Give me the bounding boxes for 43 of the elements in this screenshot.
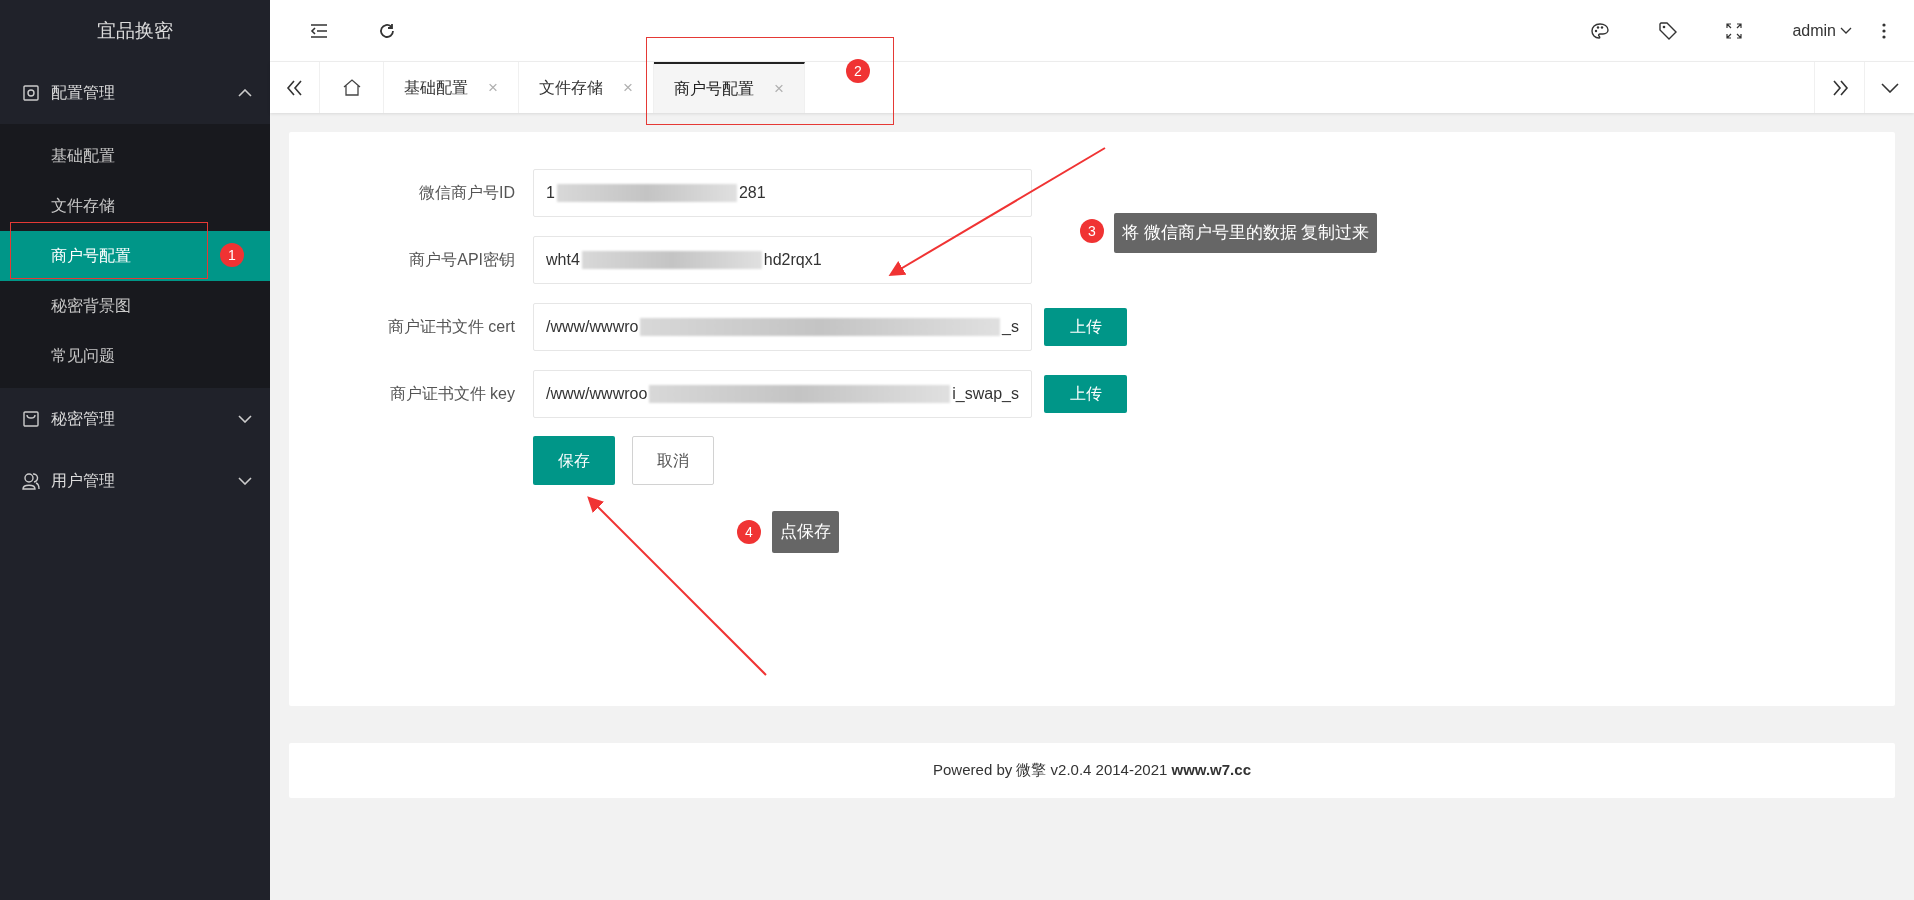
chevron-down-icon: [238, 477, 252, 485]
home-icon: [342, 79, 361, 96]
tab[interactable]: 基础配置 ×: [384, 62, 519, 113]
upload-button[interactable]: 上传: [1044, 375, 1127, 413]
sidebar-item[interactable]: 秘密背景图: [0, 281, 270, 331]
field-label: 微信商户号ID: [418, 183, 516, 203]
double-chevron-right-icon: [1830, 79, 1849, 96]
input-field[interactable]: 1 281: [533, 169, 1032, 217]
save-button[interactable]: 保存: [533, 436, 615, 485]
chevron-up-icon: [238, 89, 252, 97]
tab[interactable]: 文件存储 ×: [518, 62, 654, 113]
menu-fold-icon[interactable]: [310, 22, 328, 39]
input-field[interactable]: /www/wwwro _s: [533, 303, 1032, 351]
field-label: 商户证书文件 cert: [386, 317, 516, 337]
input-field[interactable]: wht4 hd2rqx1: [533, 236, 1032, 284]
sidebar-item[interactable]: 文件存储: [0, 181, 270, 231]
chevron-down-icon: [1840, 27, 1852, 34]
sidebar-item[interactable]: 常见问题: [0, 331, 270, 381]
more-icon[interactable]: [1882, 22, 1886, 39]
bag-icon: [22, 410, 40, 428]
chevron-down-icon: [1880, 82, 1899, 93]
sidebar-group[interactable]: 配置管理: [0, 62, 270, 124]
field-label: 商户号API密钥: [408, 250, 516, 270]
tab[interactable]: 商户号配置 ×: [653, 62, 805, 113]
user-menu[interactable]: admin: [1792, 18, 1852, 43]
footer-text: Powered by 微擎 v2.0.4 2014-2021 www.w7.cc: [933, 760, 1251, 781]
palette-icon[interactable]: [1590, 21, 1611, 40]
sidebar-item[interactable]: 基础配置: [0, 131, 270, 181]
app-title: 宜品换密: [96, 18, 174, 43]
fullscreen-icon[interactable]: [1726, 22, 1743, 39]
sidebar-group[interactable]: 用户管理: [0, 450, 270, 512]
refresh-icon[interactable]: [378, 21, 396, 40]
user-icon: [22, 472, 40, 490]
callout: 将 微信商户号里的数据 复制过来: [1114, 213, 1378, 253]
field-label: 商户证书文件 key: [388, 384, 516, 404]
sidebar-group[interactable]: 秘密管理: [0, 388, 270, 450]
double-chevron-left-icon: [285, 79, 304, 96]
input-field[interactable]: /www/wwwroo i_swap_s: [533, 370, 1032, 418]
chevron-down-icon: [238, 415, 252, 423]
upload-button[interactable]: 上传: [1044, 308, 1127, 346]
callout: 点保存: [772, 511, 839, 553]
tag-icon[interactable]: [1658, 20, 1679, 41]
cancel-button[interactable]: 取消: [632, 436, 714, 485]
